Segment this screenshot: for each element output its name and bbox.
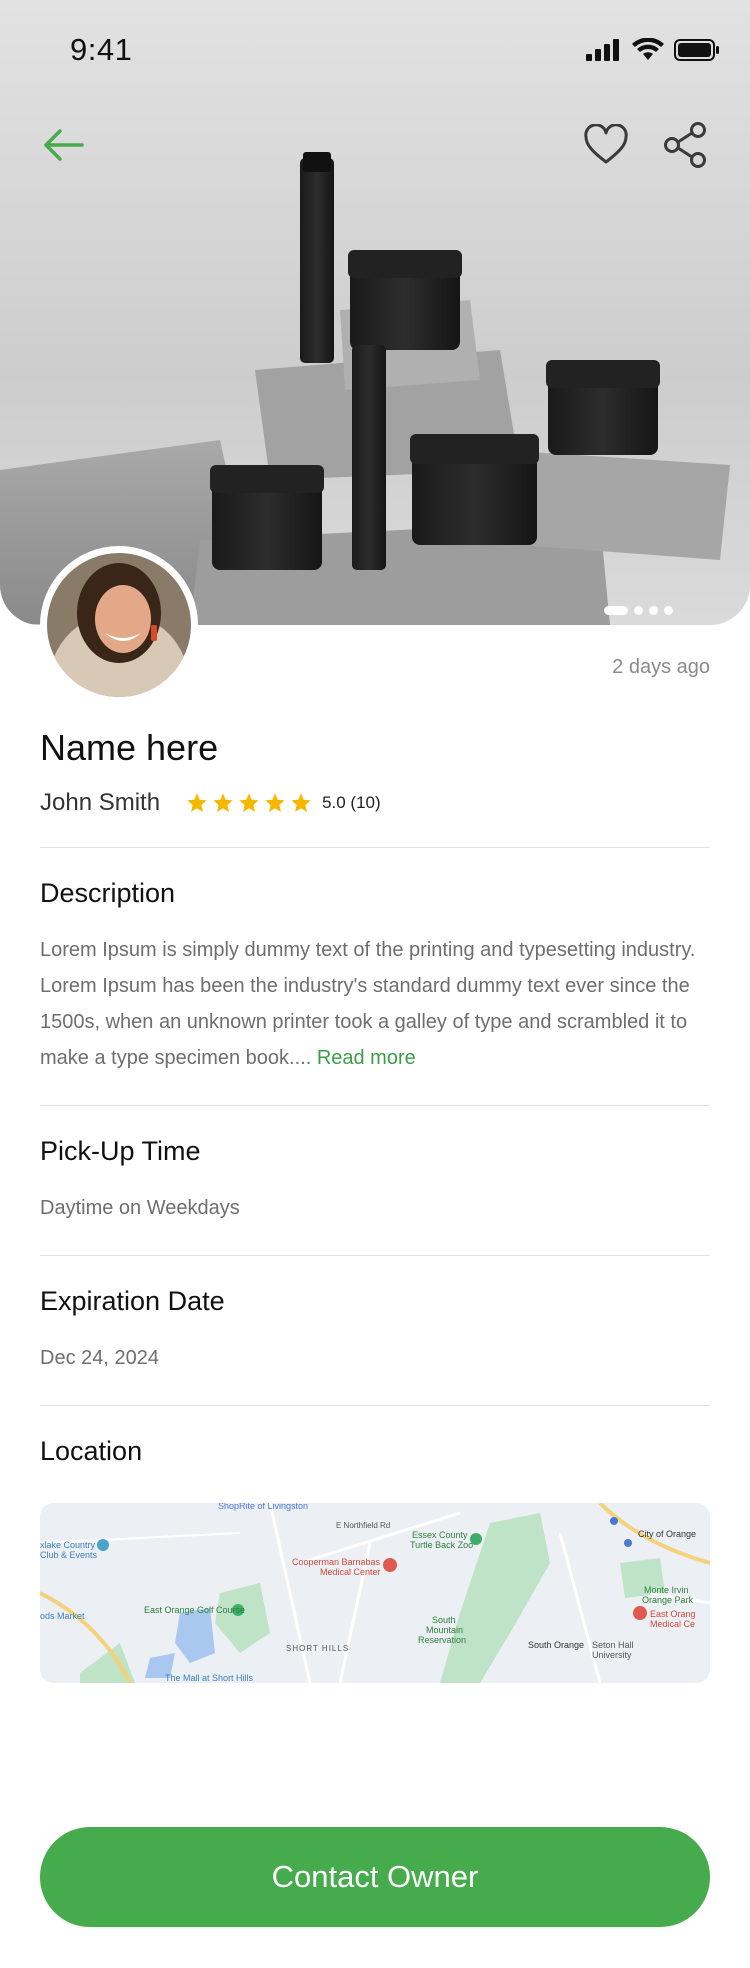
divider: [40, 1255, 710, 1256]
posted-time: 2 days ago: [612, 656, 710, 678]
pickup-value: Daytime on Weekdays: [40, 1197, 240, 1219]
read-more-link[interactable]: Read more: [317, 1047, 416, 1069]
status-icons: [586, 38, 720, 62]
map-label: Seton Hall: [592, 1640, 634, 1650]
carousel-dot[interactable]: [649, 606, 658, 615]
carousel-dot[interactable]: [664, 606, 673, 615]
status-bar: 9:41: [0, 0, 750, 100]
map-label: The Mall at Short Hills: [165, 1673, 254, 1683]
expiration-title: Expiration Date: [40, 1286, 225, 1316]
carousel-dot-active[interactable]: [604, 606, 628, 615]
map-label: South: [432, 1615, 456, 1625]
description-text: Lorem Ipsum is simply dummy text of the …: [40, 932, 720, 1076]
location-map[interactable]: ShopRite of Livingston E Northfield Rd E…: [40, 1503, 710, 1683]
map-label: Reservation: [418, 1635, 466, 1645]
rating-label: 5.0 (10): [322, 793, 381, 812]
share-button[interactable]: [656, 115, 716, 175]
map-label: East Orange Golf Course: [144, 1605, 245, 1615]
pickup-title: Pick-Up Time: [40, 1136, 201, 1166]
owner-row: John Smith 5.0 (10): [40, 787, 381, 819]
star-icon: [213, 793, 233, 812]
map-label: Medical Ce: [650, 1619, 695, 1629]
star-icon: [291, 793, 311, 812]
divider: [40, 1105, 710, 1106]
map-label: South Orange: [528, 1640, 584, 1650]
wifi-icon: [632, 38, 664, 60]
owner-name[interactable]: John Smith: [40, 789, 160, 817]
share-icon: [664, 122, 706, 168]
owner-avatar[interactable]: [40, 546, 198, 704]
hero-image[interactable]: 9:41: [0, 0, 750, 625]
map-label: East Orang: [650, 1609, 696, 1619]
star-icon: [187, 793, 207, 812]
map-label: Club & Events: [40, 1550, 98, 1560]
map-label: Essex County: [412, 1530, 468, 1540]
carousel-dot[interactable]: [634, 606, 643, 615]
star-icon: [265, 793, 285, 812]
divider: [40, 1405, 710, 1406]
signal-icon: [586, 39, 619, 61]
map-label: Cooperman Barnabas: [292, 1557, 381, 1567]
map-label: Turtle Back Zoo: [410, 1540, 473, 1550]
map-label: University: [592, 1650, 632, 1660]
heart-icon: [584, 124, 628, 164]
map-label: ShopRite of Livingston: [218, 1503, 308, 1511]
favorite-button[interactable]: [576, 115, 636, 175]
map-label: Orange Park: [642, 1595, 694, 1605]
status-time: 9:41: [70, 32, 133, 67]
map-label: Monte Irvin: [644, 1585, 689, 1595]
expiration-value: Dec 24, 2024: [40, 1347, 159, 1369]
carousel-indicator[interactable]: [604, 606, 673, 615]
map-label: City of Orange: [638, 1529, 696, 1539]
divider: [40, 847, 710, 848]
map-label: xlake Country: [40, 1540, 96, 1550]
star-icon: [239, 793, 259, 812]
location-title: Location: [40, 1436, 143, 1466]
avatar-photo: [47, 553, 191, 697]
battery-icon: [674, 39, 719, 61]
top-actions: [0, 115, 750, 185]
arrow-left-icon: [44, 129, 84, 161]
listing-title: Name here: [40, 727, 219, 768]
map-label: Mountain: [426, 1625, 463, 1635]
map-graphic: ShopRite of Livingston E Northfield Rd E…: [40, 1503, 710, 1683]
rating-stars: [186, 792, 312, 814]
map-label: SHORT HILLS: [286, 1644, 349, 1653]
map-label: E Northfield Rd: [336, 1521, 390, 1530]
description-title: Description: [40, 878, 176, 908]
map-label: Medical Center: [320, 1567, 381, 1577]
contact-owner-button[interactable]: Contact Owner: [40, 1827, 710, 1927]
map-label: ods Market: [40, 1611, 85, 1621]
back-button[interactable]: [34, 115, 94, 175]
